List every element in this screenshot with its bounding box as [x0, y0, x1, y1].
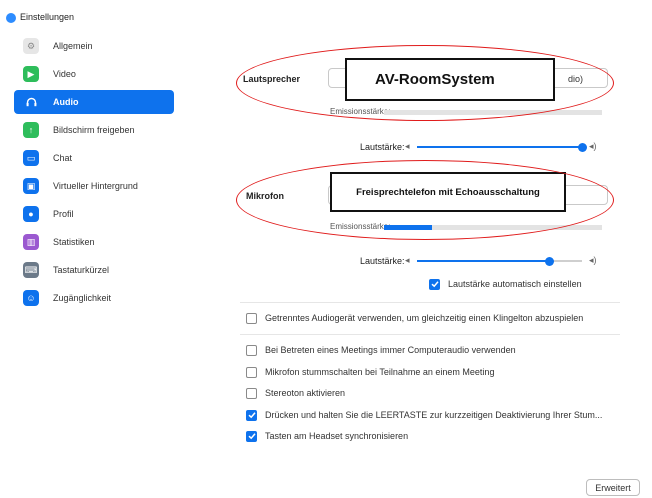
microphone-input-level-fill — [384, 225, 432, 230]
auto-adjust-volume-label: Lautstärke automatisch einstellen — [448, 279, 582, 289]
option-label: Getrenntes Audiogerät verwenden, um glei… — [265, 313, 584, 323]
title-bar: Einstellungen — [0, 0, 652, 30]
microphone-volume-slider[interactable] — [417, 256, 582, 266]
speaker-device-tail: dio) — [568, 74, 584, 84]
sidebar-item-label: Bildschirm freigeben — [53, 125, 135, 135]
option-label: Tasten am Headset synchronisieren — [265, 431, 409, 441]
sync-headset-buttons-checkbox[interactable]: Tasten am Headset synchronisieren — [246, 429, 408, 443]
checkbox-unchecked-icon[interactable] — [246, 387, 257, 399]
microphone-volume-thumb[interactable] — [545, 256, 554, 266]
checkbox-unchecked-icon[interactable] — [246, 312, 257, 324]
auto-adjust-volume-checkbox[interactable]: Lautstärke automatisch einstellen — [429, 277, 582, 291]
sidebar-item-virtueller-hintergrund[interactable]: ▣ Virtueller Hintergrund — [14, 174, 174, 198]
statistics-icon: ▥ — [23, 234, 39, 250]
microphone-input-level-meter — [384, 225, 602, 230]
sidebar-item-label: Virtueller Hintergrund — [53, 181, 138, 191]
app-logo-icon — [6, 13, 16, 23]
chat-bubble-icon: ▭ — [23, 150, 39, 166]
microphone-volume-label: Lautstärke: — [360, 256, 405, 266]
sidebar-item-tastaturkuerzel[interactable]: ⌨ Tastaturkürzel — [14, 258, 174, 282]
checkbox-checked-icon[interactable] — [429, 278, 440, 290]
sidebar-item-audio[interactable]: Audio — [14, 90, 174, 114]
always-computer-audio-checkbox[interactable]: Bei Betreten eines Meetings immer Comput… — [246, 343, 516, 357]
microphone-input-level-label: Emissionsstärke: — [330, 222, 391, 231]
volume-high-icon: ◂) — [589, 141, 597, 151]
sidebar-item-label: Profil — [53, 209, 74, 219]
volume-low-icon: ◂ — [405, 141, 410, 151]
microphone-device-overlay: Freisprechtelefon mit Echoausschaltung — [330, 172, 566, 212]
sidebar-item-zugaenglichkeit[interactable]: ☺ Zugänglichkeit — [14, 286, 174, 310]
sidebar-item-label: Tastaturkürzel — [53, 265, 110, 275]
speaker-output-level-meter — [384, 110, 602, 115]
speaker-volume-fill — [417, 146, 582, 148]
speaker-device-overlay: AV-RoomSystem — [345, 58, 555, 101]
accessibility-icon: ☺ — [23, 290, 39, 306]
virtual-background-icon: ▣ — [23, 178, 39, 194]
window-title: Einstellungen — [20, 12, 75, 22]
checkbox-unchecked-icon[interactable] — [246, 344, 257, 356]
volume-high-icon: ◂) — [589, 255, 597, 265]
option-label: Stereoton aktivieren — [265, 388, 346, 398]
sidebar-item-label: Chat — [53, 153, 73, 163]
sidebar-item-label: Statistiken — [53, 237, 95, 247]
headphones-icon — [23, 94, 39, 110]
screen-share-icon: ↑ — [23, 122, 39, 138]
checkbox-unchecked-icon[interactable] — [246, 366, 257, 378]
gear-icon: ⚙ — [23, 38, 39, 54]
volume-low-icon: ◂ — [405, 255, 410, 265]
sidebar-item-video[interactable]: ▶ Video — [14, 62, 174, 86]
microphone-label: Mikrofon — [246, 191, 284, 201]
speaker-volume-slider[interactable] — [417, 142, 587, 152]
speaker-volume-label: Lautstärke: — [360, 142, 405, 152]
speaker-label: Lautsprecher — [243, 74, 301, 84]
sidebar-item-chat[interactable]: ▭ Chat — [14, 146, 174, 170]
speaker-output-level-label: Emissionsstärke: — [330, 107, 391, 116]
enable-stereo-checkbox[interactable]: Stereoton aktivieren — [246, 386, 345, 400]
sidebar-item-label: Zugänglichkeit — [53, 293, 112, 303]
profile-icon: ● — [23, 206, 39, 222]
microphone-volume-fill — [417, 260, 549, 262]
video-camera-icon: ▶ — [23, 66, 39, 82]
sidebar-item-allgemein[interactable]: ⚙ Allgemein — [14, 34, 174, 58]
mute-mic-on-join-checkbox[interactable]: Mikrofon stummschalten bei Teilnahme an … — [246, 365, 494, 379]
keyboard-icon: ⌨ — [23, 262, 39, 278]
separate-ringtone-device-checkbox[interactable]: Getrenntes Audiogerät verwenden, um glei… — [246, 311, 583, 325]
sidebar-item-statistiken[interactable]: ▥ Statistiken — [14, 230, 174, 254]
sidebar-item-profil[interactable]: ● Profil — [14, 202, 174, 226]
sidebar-item-label: Allgemein — [53, 41, 93, 51]
speaker-volume-thumb[interactable] — [578, 142, 587, 152]
space-key-unmute-checkbox[interactable]: Drücken und halten Sie die LEERTASTE zur… — [246, 408, 602, 422]
checkbox-checked-icon[interactable] — [246, 430, 257, 442]
option-label: Bei Betreten eines Meetings immer Comput… — [265, 345, 516, 355]
section-divider — [240, 334, 620, 335]
sidebar-item-bildschirm-freigeben[interactable]: ↑ Bildschirm freigeben — [14, 118, 174, 142]
checkbox-checked-icon[interactable] — [246, 409, 257, 421]
section-divider — [240, 302, 620, 303]
option-label: Drücken und halten Sie die LEERTASTE zur… — [265, 410, 603, 420]
advanced-button[interactable]: Erweitert — [586, 479, 640, 496]
sidebar-item-label: Audio — [53, 97, 79, 107]
option-label: Mikrofon stummschalten bei Teilnahme an … — [265, 367, 495, 377]
sidebar-item-label: Video — [53, 69, 76, 79]
